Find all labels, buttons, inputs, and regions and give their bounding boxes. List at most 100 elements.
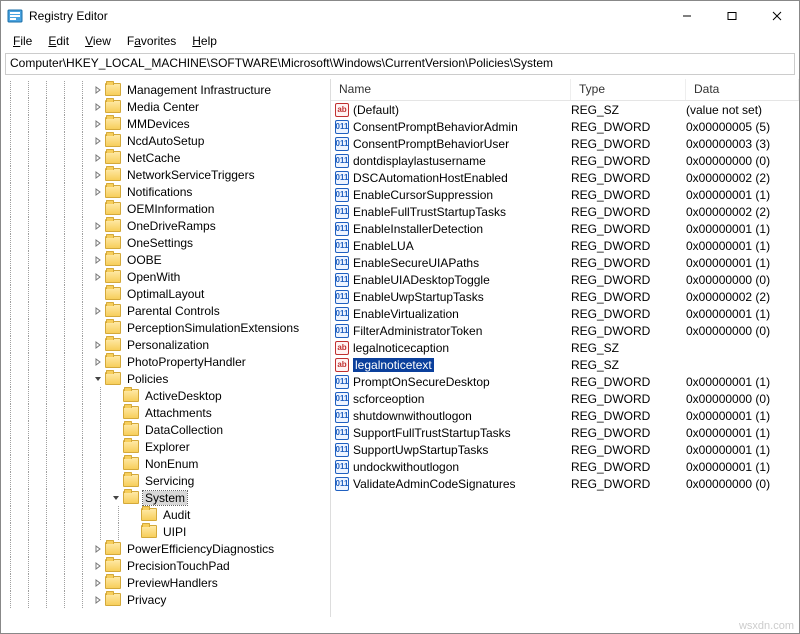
tree-node[interactable]: UIPI [1,523,330,540]
tree-node[interactable]: PhotoPropertyHandler [1,353,330,370]
tree-node[interactable]: Servicing [1,472,330,489]
tree-node[interactable]: PrecisionTouchPad [1,557,330,574]
chevron-right-icon[interactable] [91,559,105,573]
tree-node[interactable]: MMDevices [1,115,330,132]
tree-node-label[interactable]: PowerEfficiencyDiagnostics [125,542,276,556]
chevron-down-icon[interactable] [91,372,105,386]
chevron-right-icon[interactable] [91,83,105,97]
tree-node-label[interactable]: OptimalLayout [125,287,206,301]
tree-node-label[interactable]: NonEnum [143,457,200,471]
chevron-right-icon[interactable] [91,117,105,131]
tree-node[interactable]: Media Center [1,98,330,115]
chevron-right-icon[interactable] [91,576,105,590]
chevron-right-icon[interactable] [91,304,105,318]
tree-node-label[interactable]: NetworkServiceTriggers [125,168,257,182]
chevron-right-icon[interactable] [91,219,105,233]
tree-node[interactable]: OneDriveRamps [1,217,330,234]
tree-node[interactable]: NonEnum [1,455,330,472]
list-row[interactable]: 011shutdownwithoutlogonREG_DWORD0x000000… [331,407,799,424]
tree-node-label[interactable]: Privacy [125,593,168,607]
list-row[interactable]: 011ConsentPromptBehaviorUserREG_DWORD0x0… [331,135,799,152]
list-row[interactable]: 011EnableUwpStartupTasksREG_DWORD0x00000… [331,288,799,305]
tree-node[interactable]: PowerEfficiencyDiagnostics [1,540,330,557]
tree-node[interactable]: OEMInformation [1,200,330,217]
chevron-right-icon[interactable] [91,253,105,267]
menu-view[interactable]: View [77,32,119,50]
tree-node[interactable]: PreviewHandlers [1,574,330,591]
tree-node-label[interactable]: NetCache [125,151,182,165]
tree-node-label[interactable]: MMDevices [125,117,192,131]
list-row[interactable]: 011ConsentPromptBehaviorAdminREG_DWORD0x… [331,118,799,135]
list-row[interactable]: ab(Default)REG_SZ(value not set) [331,101,799,118]
menu-file[interactable]: File [5,32,40,50]
chevron-right-icon[interactable] [91,185,105,199]
tree-node-label[interactable]: Personalization [125,338,211,352]
list-row[interactable]: 011EnableCursorSuppressionREG_DWORD0x000… [331,186,799,203]
tree-node-label[interactable]: PerceptionSimulationExtensions [125,321,301,335]
close-button[interactable] [754,2,799,31]
tree-node[interactable]: PerceptionSimulationExtensions [1,319,330,336]
tree-node[interactable]: NetworkServiceTriggers [1,166,330,183]
tree-node-label[interactable]: System [143,491,187,505]
tree-node[interactable]: Management Infrastructure [1,81,330,98]
tree-node[interactable]: Attachments [1,404,330,421]
list-row[interactable]: 011EnableUIADesktopToggleREG_DWORD0x0000… [331,271,799,288]
list-row[interactable]: 011EnableVirtualizationREG_DWORD0x000000… [331,305,799,322]
menu-edit[interactable]: Edit [40,32,77,50]
tree-node-label[interactable]: Management Infrastructure [125,83,273,97]
menu-favorites[interactable]: Favorites [119,32,184,50]
tree-node-label[interactable]: Parental Controls [125,304,222,318]
tree-node[interactable]: OpenWith [1,268,330,285]
tree-node[interactable]: DataCollection [1,421,330,438]
list-row[interactable]: 011FilterAdministratorTokenREG_DWORD0x00… [331,322,799,339]
list-row[interactable]: 011scforceoptionREG_DWORD0x00000000 (0) [331,390,799,407]
list-row[interactable]: 011EnableLUAREG_DWORD0x00000001 (1) [331,237,799,254]
chevron-right-icon[interactable] [91,593,105,607]
minimize-button[interactable] [664,2,709,31]
tree-node[interactable]: NcdAutoSetup [1,132,330,149]
tree-node[interactable]: System [1,489,330,506]
tree-node[interactable]: OneSettings [1,234,330,251]
tree-node[interactable]: Parental Controls [1,302,330,319]
tree-node[interactable]: OOBE [1,251,330,268]
tree-node-label[interactable]: OneSettings [125,236,195,250]
list-row[interactable]: 011SupportUwpStartupTasksREG_DWORD0x0000… [331,441,799,458]
tree-node[interactable]: NetCache [1,149,330,166]
list-view[interactable]: Name Type Data ab(Default)REG_SZ(value n… [331,79,799,617]
list-row[interactable]: 011EnableInstallerDetectionREG_DWORD0x00… [331,220,799,237]
tree-node[interactable]: ActiveDesktop [1,387,330,404]
tree-node[interactable]: Policies [1,370,330,387]
tree-node-label[interactable]: Policies [125,372,170,386]
tree-node-label[interactable]: OEMInformation [125,202,216,216]
tree-node-label[interactable]: Audit [161,508,192,522]
list-row[interactable]: ablegalnoticecaptionREG_SZ [331,339,799,356]
tree-node-label[interactable]: DataCollection [143,423,225,437]
tree-node-label[interactable]: Servicing [143,474,196,488]
col-name[interactable]: Name [331,79,571,100]
address-bar[interactable]: Computer\HKEY_LOCAL_MACHINE\SOFTWARE\Mic… [5,53,795,75]
tree-node[interactable]: OptimalLayout [1,285,330,302]
tree-node-label[interactable]: Explorer [143,440,192,454]
chevron-right-icon[interactable] [91,100,105,114]
chevron-right-icon[interactable] [91,151,105,165]
tree-node-label[interactable]: Attachments [143,406,214,420]
tree-node-label[interactable]: OpenWith [125,270,182,284]
menu-help[interactable]: Help [184,32,225,50]
tree-node-label[interactable]: OneDriveRamps [125,219,218,233]
tree-node-label[interactable]: PhotoPropertyHandler [125,355,248,369]
chevron-right-icon[interactable] [91,542,105,556]
tree-node[interactable]: Explorer [1,438,330,455]
chevron-right-icon[interactable] [91,270,105,284]
col-data[interactable]: Data [686,79,799,100]
chevron-right-icon[interactable] [91,338,105,352]
tree-view[interactable]: Management InfrastructureMedia Center MMD… [1,79,331,617]
tree-node-label[interactable]: PreviewHandlers [125,576,220,590]
tree-node-label[interactable]: Notifications [125,185,194,199]
list-row[interactable]: 011SupportFullTrustStartupTasksREG_DWORD… [331,424,799,441]
list-row[interactable]: ablegalnoticetextREG_SZ [331,356,799,373]
chevron-down-icon[interactable] [109,491,123,505]
list-row[interactable]: 011PromptOnSecureDesktopREG_DWORD0x00000… [331,373,799,390]
tree-node-label[interactable]: PrecisionTouchPad [125,559,232,573]
tree-node[interactable]: Personalization [1,336,330,353]
tree-node[interactable]: Privacy [1,591,330,608]
